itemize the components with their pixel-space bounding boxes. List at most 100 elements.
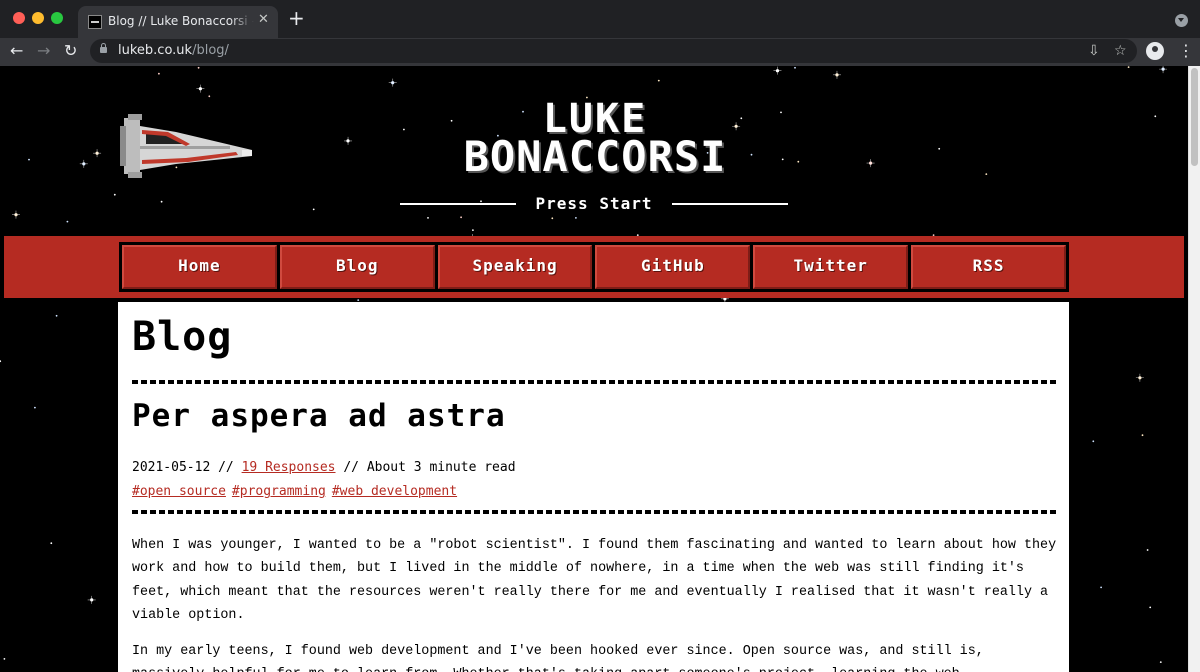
star-sparkle <box>773 66 782 75</box>
post-paragraph: When I was younger, I wanted to be a "ro… <box>132 538 1057 623</box>
press-start-tagline: Press Start <box>400 194 788 214</box>
star-dot <box>657 79 660 82</box>
site-title-line2: BONACCORSI <box>463 132 727 181</box>
install-icon[interactable]: ⇩ <box>1088 43 1100 59</box>
star-dot <box>50 542 53 545</box>
star-dot <box>1092 440 1095 443</box>
browser-toolbar: ← → ↻ lukeb.co.uk/blog/ ⇩ ☆ ⋮ <box>0 38 1200 66</box>
post-meta: 2021-05-12 // 19 Responses // About 3 mi… <box>132 460 516 475</box>
star-sparkle <box>79 159 88 168</box>
star-sparkle <box>87 595 96 604</box>
star-dot <box>55 314 58 317</box>
star-dot <box>427 217 429 219</box>
new-tab-button[interactable]: + <box>288 8 305 28</box>
star-dot <box>938 147 941 150</box>
url-text[interactable]: lukeb.co.uk/blog/ <box>118 43 229 58</box>
responses-link[interactable]: 19 Responses <box>242 460 336 475</box>
post-date: 2021-05-12 <box>132 460 211 475</box>
tagline-label: Press Start <box>535 194 653 213</box>
post-tags: #open source #programming #web development <box>132 484 463 499</box>
forward-button[interactable]: → <box>37 41 50 61</box>
star-dot <box>1146 549 1149 551</box>
star-dot <box>312 208 315 211</box>
dashed-divider <box>132 510 1057 514</box>
star-dot <box>0 360 2 363</box>
meta-separator: // <box>335 460 367 475</box>
star-sparkle <box>93 149 102 158</box>
star-dot <box>1100 586 1102 589</box>
star-dot <box>208 95 211 98</box>
star-dot <box>551 217 554 220</box>
tagline-rule-left <box>400 203 516 205</box>
star-dot <box>1149 606 1152 609</box>
dashed-divider <box>132 380 1057 384</box>
site-title[interactable]: LUKE BONACCORSI <box>395 99 795 181</box>
close-window-button[interactable] <box>13 12 25 24</box>
star-sparkle <box>196 84 205 93</box>
nav-github-link[interactable]: GitHub <box>595 245 751 289</box>
page-scrollbar[interactable] <box>1188 66 1200 672</box>
star-dot <box>1154 115 1157 118</box>
star-dot <box>3 658 6 660</box>
star-dot <box>794 66 796 69</box>
tab-search-icon[interactable] <box>1175 14 1188 27</box>
star-sparkle <box>344 136 353 145</box>
star-dot <box>1141 434 1144 437</box>
star-dot <box>113 193 116 196</box>
star-sparkle <box>866 159 875 168</box>
nav-speaking-link[interactable]: Speaking <box>437 245 593 289</box>
spaceship-logo <box>120 114 252 178</box>
url-host: lukeb.co.uk <box>118 43 193 58</box>
favicon-icon <box>88 15 102 29</box>
star-dot <box>28 158 30 161</box>
star-dot <box>160 200 163 203</box>
nav-blog-link[interactable]: Blog <box>279 245 435 289</box>
star-sparkle <box>388 78 397 87</box>
tag-link[interactable]: #programming <box>232 484 326 499</box>
star-sparkle <box>11 210 20 219</box>
star-dot <box>472 229 474 232</box>
browser-tabstrip: Blog // Luke Bonaccorsi - Web ✕ + <box>0 0 1200 38</box>
nav-rss-link[interactable]: RSS <box>911 245 1066 289</box>
star-dot <box>1127 66 1130 68</box>
maximize-window-button[interactable] <box>51 12 63 24</box>
read-time: About 3 minute read <box>366 460 516 475</box>
star-dot <box>797 160 800 163</box>
star-dot <box>197 66 200 69</box>
star-sparkle <box>1159 66 1168 74</box>
tagline-rule-right <box>672 203 788 205</box>
star-dot <box>158 72 160 75</box>
tab-close-icon[interactable]: ✕ <box>258 12 269 27</box>
browser-menu-icon[interactable]: ⋮ <box>1178 41 1194 60</box>
star-dot <box>1159 661 1162 663</box>
nav-twitter-link[interactable]: Twitter <box>753 245 909 289</box>
reload-button[interactable]: ↻ <box>64 41 77 61</box>
main-navigation: Home Blog Speaking GitHub Twitter RSS <box>4 236 1184 298</box>
page-title: Blog <box>132 314 233 360</box>
back-button[interactable]: ← <box>10 41 23 61</box>
post-title[interactable]: Per aspera ad astra <box>132 398 506 434</box>
star-dot <box>66 220 69 223</box>
lock-icon[interactable] <box>100 43 107 53</box>
star-sparkle <box>832 70 841 79</box>
profile-avatar-icon[interactable] <box>1146 42 1164 60</box>
tab-title: Blog // Luke Bonaccorsi - Web <box>108 14 254 28</box>
nav-home-link[interactable]: Home <box>122 245 277 289</box>
minimize-window-button[interactable] <box>32 12 44 24</box>
star-dot <box>460 216 462 219</box>
scrollbar-thumb[interactable] <box>1191 68 1198 166</box>
star-dot <box>985 173 988 175</box>
bookmark-star-icon[interactable]: ☆ <box>1114 43 1127 59</box>
post-paragraph: In my early teens, I found web developme… <box>132 644 984 672</box>
star-dot <box>575 217 577 219</box>
page-viewport: LUKE BONACCORSI Press Start Home Blog Sp… <box>0 66 1188 672</box>
address-bar[interactable]: lukeb.co.uk/blog/ ⇩ ☆ <box>90 39 1137 63</box>
browser-tab-active[interactable]: Blog // Luke Bonaccorsi - Web ✕ <box>78 6 278 38</box>
star-sparkle <box>1135 373 1144 382</box>
main-content: Blog Per aspera ad astra 2021-05-12 // 1… <box>118 302 1069 672</box>
meta-separator: // <box>210 460 242 475</box>
star-dot <box>34 406 36 409</box>
tag-link[interactable]: #open source <box>132 484 226 499</box>
tag-link[interactable]: #web development <box>332 484 457 499</box>
star-dot <box>357 299 360 301</box>
